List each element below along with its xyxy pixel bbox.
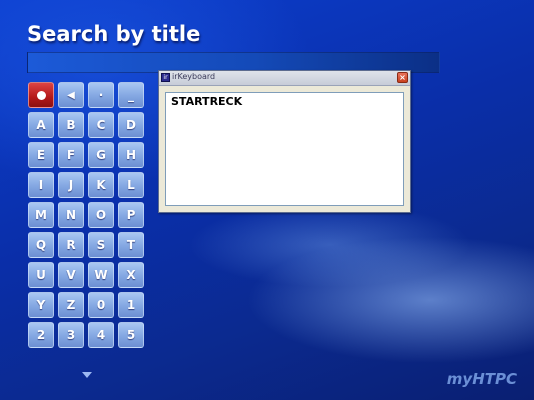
backspace-button[interactable]: ◀ <box>58 82 84 108</box>
window-title: irKeyboard <box>172 72 216 81</box>
app-icon: ir <box>161 73 170 82</box>
key-m[interactable]: M <box>28 202 54 228</box>
key-k[interactable]: K <box>88 172 114 198</box>
key-y[interactable]: Y <box>28 292 54 318</box>
key-p[interactable]: P <box>118 202 144 228</box>
key-j[interactable]: J <box>58 172 84 198</box>
app-logo: myHTPC <box>446 370 517 388</box>
key-2[interactable]: 2 <box>28 322 54 348</box>
key-n[interactable]: N <box>58 202 84 228</box>
page-title: Search by title <box>27 22 201 46</box>
key-z[interactable]: Z <box>58 292 84 318</box>
key-c[interactable]: C <box>88 112 114 138</box>
key-i[interactable]: I <box>28 172 54 198</box>
key-o[interactable]: O <box>88 202 114 228</box>
key-g[interactable]: G <box>88 142 114 168</box>
key-t[interactable]: T <box>118 232 144 258</box>
underscore-key[interactable]: _ <box>118 82 144 108</box>
key-h[interactable]: H <box>118 142 144 168</box>
irkeyboard-window: ir irKeyboard × STARTRECK <box>158 70 411 213</box>
key-3[interactable]: 3 <box>58 322 84 348</box>
key-l[interactable]: L <box>118 172 144 198</box>
record-button[interactable] <box>28 82 54 108</box>
key-e[interactable]: E <box>28 142 54 168</box>
key-0[interactable]: 0 <box>88 292 114 318</box>
key-r[interactable]: R <box>58 232 84 258</box>
scroll-down-arrow-icon[interactable] <box>82 372 92 378</box>
key-w[interactable]: W <box>88 262 114 288</box>
key-u[interactable]: U <box>28 262 54 288</box>
key-x[interactable]: X <box>118 262 144 288</box>
typed-text: STARTRECK <box>171 95 243 108</box>
close-button[interactable]: × <box>397 72 408 83</box>
key-a[interactable]: A <box>28 112 54 138</box>
key-5[interactable]: 5 <box>118 322 144 348</box>
dot-key[interactable]: · <box>88 82 114 108</box>
key-1[interactable]: 1 <box>118 292 144 318</box>
key-q[interactable]: Q <box>28 232 54 258</box>
window-titlebar[interactable]: ir irKeyboard × <box>159 71 410 86</box>
key-f[interactable]: F <box>58 142 84 168</box>
key-v[interactable]: V <box>58 262 84 288</box>
key-s[interactable]: S <box>88 232 114 258</box>
key-4[interactable]: 4 <box>88 322 114 348</box>
record-icon <box>36 90 46 100</box>
text-input-area[interactable]: STARTRECK <box>165 92 404 206</box>
key-d[interactable]: D <box>118 112 144 138</box>
key-b[interactable]: B <box>58 112 84 138</box>
